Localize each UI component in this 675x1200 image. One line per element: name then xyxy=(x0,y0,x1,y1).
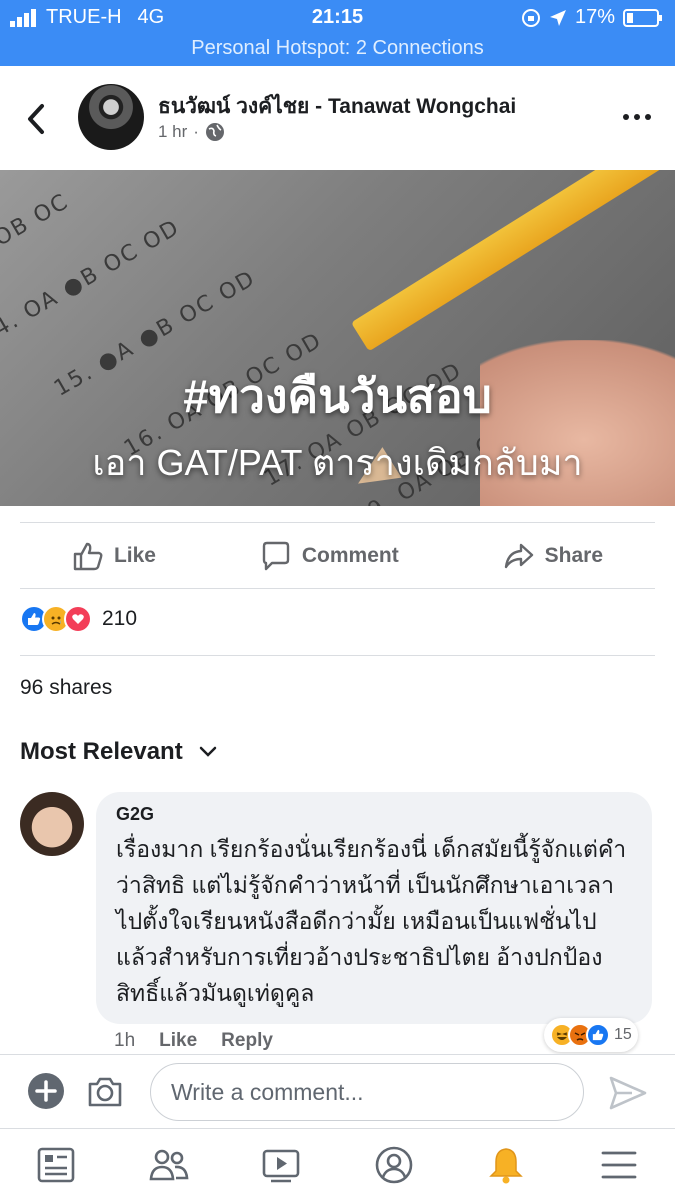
shares-count[interactable]: 96 shares xyxy=(20,676,112,700)
post-time[interactable]: 1 hr xyxy=(158,122,187,142)
comment-actions: 1h Like Reply xyxy=(114,1030,273,1052)
reaction-count: 210 xyxy=(102,607,138,630)
battery-icon xyxy=(623,8,662,27)
profile-icon xyxy=(375,1146,413,1183)
reaction-summary[interactable]: 210 xyxy=(20,605,137,633)
back-button[interactable] xyxy=(22,102,52,136)
author-avatar[interactable] xyxy=(78,84,144,150)
more-dot xyxy=(645,114,651,120)
love-icon xyxy=(64,605,92,633)
image-subtitle: เอา GAT/PAT ตารางเดิมกลับมา xyxy=(92,442,583,483)
like-label: Like xyxy=(113,544,156,567)
comment-sort-dropdown[interactable]: Most Relevant xyxy=(20,738,217,766)
rotation-lock-icon xyxy=(521,8,540,27)
tab-notifications[interactable] xyxy=(484,1143,528,1187)
comment-reaction-count: 15 xyxy=(614,1026,632,1043)
send-button[interactable] xyxy=(608,1075,648,1111)
meta-dot: · xyxy=(193,122,199,141)
like-icon xyxy=(586,1023,610,1047)
image-title: #ทวงคืนวันสอบ xyxy=(183,370,492,422)
tab-news-feed[interactable] xyxy=(34,1143,78,1187)
post-meta: 1 hr · xyxy=(158,122,225,142)
comment-bubble[interactable]: G2G เรื่องมาก เรียกร้องนั่นเรียกร้องนี่ … xyxy=(96,792,652,1024)
network-label: 4G xyxy=(137,6,165,28)
sort-label: Most Relevant xyxy=(20,738,183,765)
pencil-shape xyxy=(350,170,675,352)
comment-reactions[interactable]: 15 xyxy=(544,1018,638,1052)
like-button[interactable]: Like xyxy=(72,540,156,572)
send-icon xyxy=(609,1076,647,1110)
divider xyxy=(20,655,655,656)
share-label: Share xyxy=(544,544,604,567)
chevron-down-icon xyxy=(199,746,216,757)
status-left: TRUE-H 4G xyxy=(10,6,164,29)
thumbs-up-icon xyxy=(73,542,103,571)
plus-icon xyxy=(35,1080,57,1102)
bottom-tab-bar xyxy=(0,1128,675,1200)
post-action-bar: Like Comment Share xyxy=(20,524,655,588)
divider xyxy=(20,588,655,589)
comment-input[interactable] xyxy=(150,1063,584,1121)
commenter-avatar[interactable] xyxy=(20,792,84,856)
comment-time: 1h xyxy=(114,1030,136,1051)
comment-reply-button[interactable]: Reply xyxy=(221,1030,273,1052)
add-attachment-button[interactable] xyxy=(28,1073,64,1109)
battery-percent: 17% xyxy=(574,6,615,28)
more-dot xyxy=(623,114,629,120)
chevron-left-icon xyxy=(28,104,44,134)
friends-icon xyxy=(149,1149,189,1180)
commenter-name[interactable]: G2G xyxy=(116,804,632,825)
author-name[interactable]: ธนวัฒน์ วงค์ไชย - Tanawat Wongchai xyxy=(158,90,516,123)
hotspot-banner[interactable]: Personal Hotspot: 2 Connections xyxy=(0,34,675,66)
globe-icon xyxy=(205,123,224,141)
tab-profile[interactable] xyxy=(372,1143,416,1187)
status-bar: TRUE-H 4G 21:15 17% xyxy=(0,0,675,34)
tab-friends[interactable] xyxy=(147,1143,191,1187)
more-dot xyxy=(634,114,640,120)
comment-text: เรื่องมาก เรียกร้องนั่นเรียกร้องนี่ เด็ก… xyxy=(116,836,627,1006)
tab-menu[interactable] xyxy=(597,1143,641,1187)
camera-button[interactable] xyxy=(86,1073,124,1111)
share-icon xyxy=(504,543,533,569)
answer-row: OB OC xyxy=(0,188,74,252)
divider xyxy=(20,522,655,523)
share-button[interactable]: Share xyxy=(503,540,603,572)
comment-label: Comment xyxy=(301,544,399,567)
comment-like-button[interactable]: Like xyxy=(159,1030,197,1052)
comment-composer xyxy=(0,1054,675,1128)
location-icon xyxy=(549,9,566,26)
tab-watch[interactable] xyxy=(259,1143,303,1187)
status-right: 17% xyxy=(521,6,663,29)
watch-icon xyxy=(262,1149,300,1182)
signal-icon xyxy=(10,8,36,27)
post-header: ธนวัฒน์ วงค์ไชย - Tanawat Wongchai 1 hr … xyxy=(0,66,675,170)
comment-icon xyxy=(262,541,290,571)
more-options-button[interactable] xyxy=(623,114,651,120)
camera-icon xyxy=(88,1077,122,1107)
comment-button[interactable]: Comment xyxy=(260,540,399,572)
menu-icon xyxy=(601,1151,637,1178)
notifications-icon xyxy=(489,1147,524,1183)
carrier-label: TRUE-H xyxy=(46,6,122,28)
news-feed-icon xyxy=(37,1147,75,1182)
